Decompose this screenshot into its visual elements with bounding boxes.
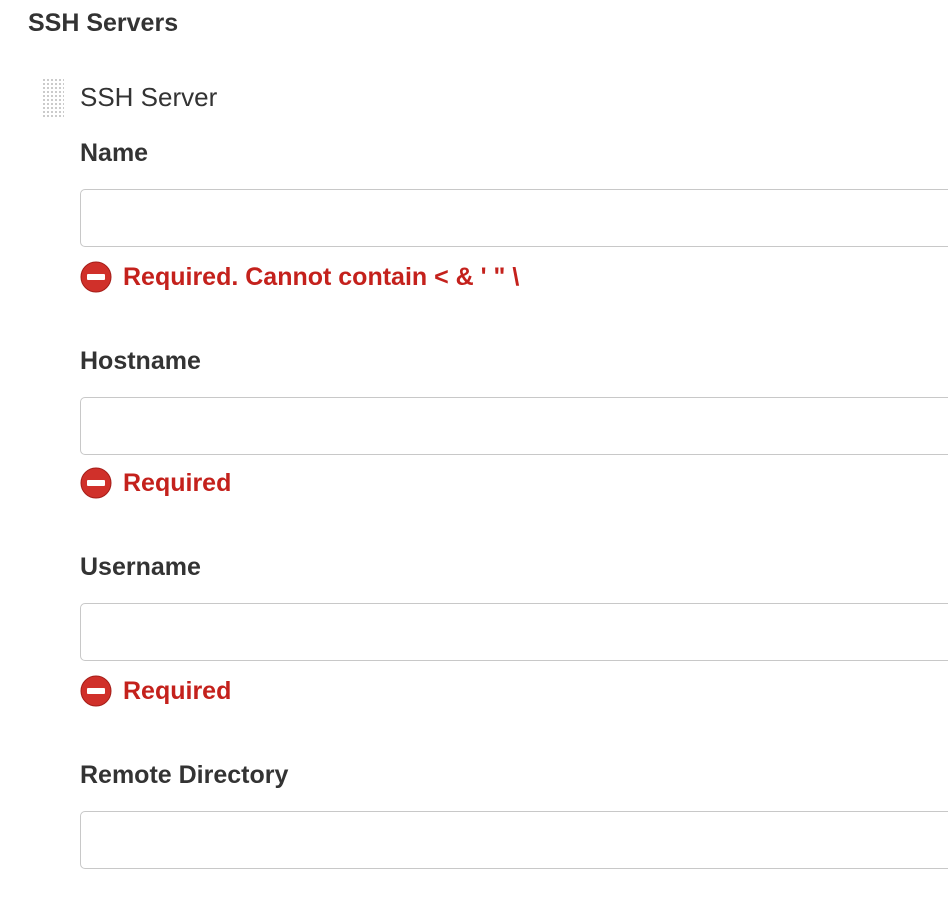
username-error: Required (80, 674, 231, 708)
drag-handle-icon[interactable] (42, 78, 64, 118)
remote-directory-input[interactable] (80, 811, 948, 869)
name-error: Required. Cannot contain < & ' " \ (80, 260, 519, 294)
ssh-server-label: SSH Server (80, 82, 218, 112)
section-title: SSH Servers (28, 9, 179, 37)
error-stop-icon (80, 675, 112, 707)
remote-directory-label: Remote Directory (80, 761, 289, 789)
hostname-label: Hostname (80, 347, 201, 375)
error-stop-icon (80, 261, 112, 293)
name-error-text: Required. Cannot contain < & ' " \ (123, 263, 520, 291)
hostname-input[interactable] (80, 397, 948, 455)
name-label: Name (80, 139, 149, 167)
username-error-text: Required (123, 677, 232, 705)
hostname-error: Required (80, 466, 231, 500)
name-input[interactable] (80, 189, 948, 247)
hostname-error-text: Required (123, 469, 232, 497)
username-label: Username (80, 553, 201, 581)
ssh-servers-config-page: SSH Servers SSH Server Name Required. Ca… (0, 0, 948, 906)
username-input[interactable] (80, 603, 948, 661)
error-stop-icon (80, 467, 112, 499)
